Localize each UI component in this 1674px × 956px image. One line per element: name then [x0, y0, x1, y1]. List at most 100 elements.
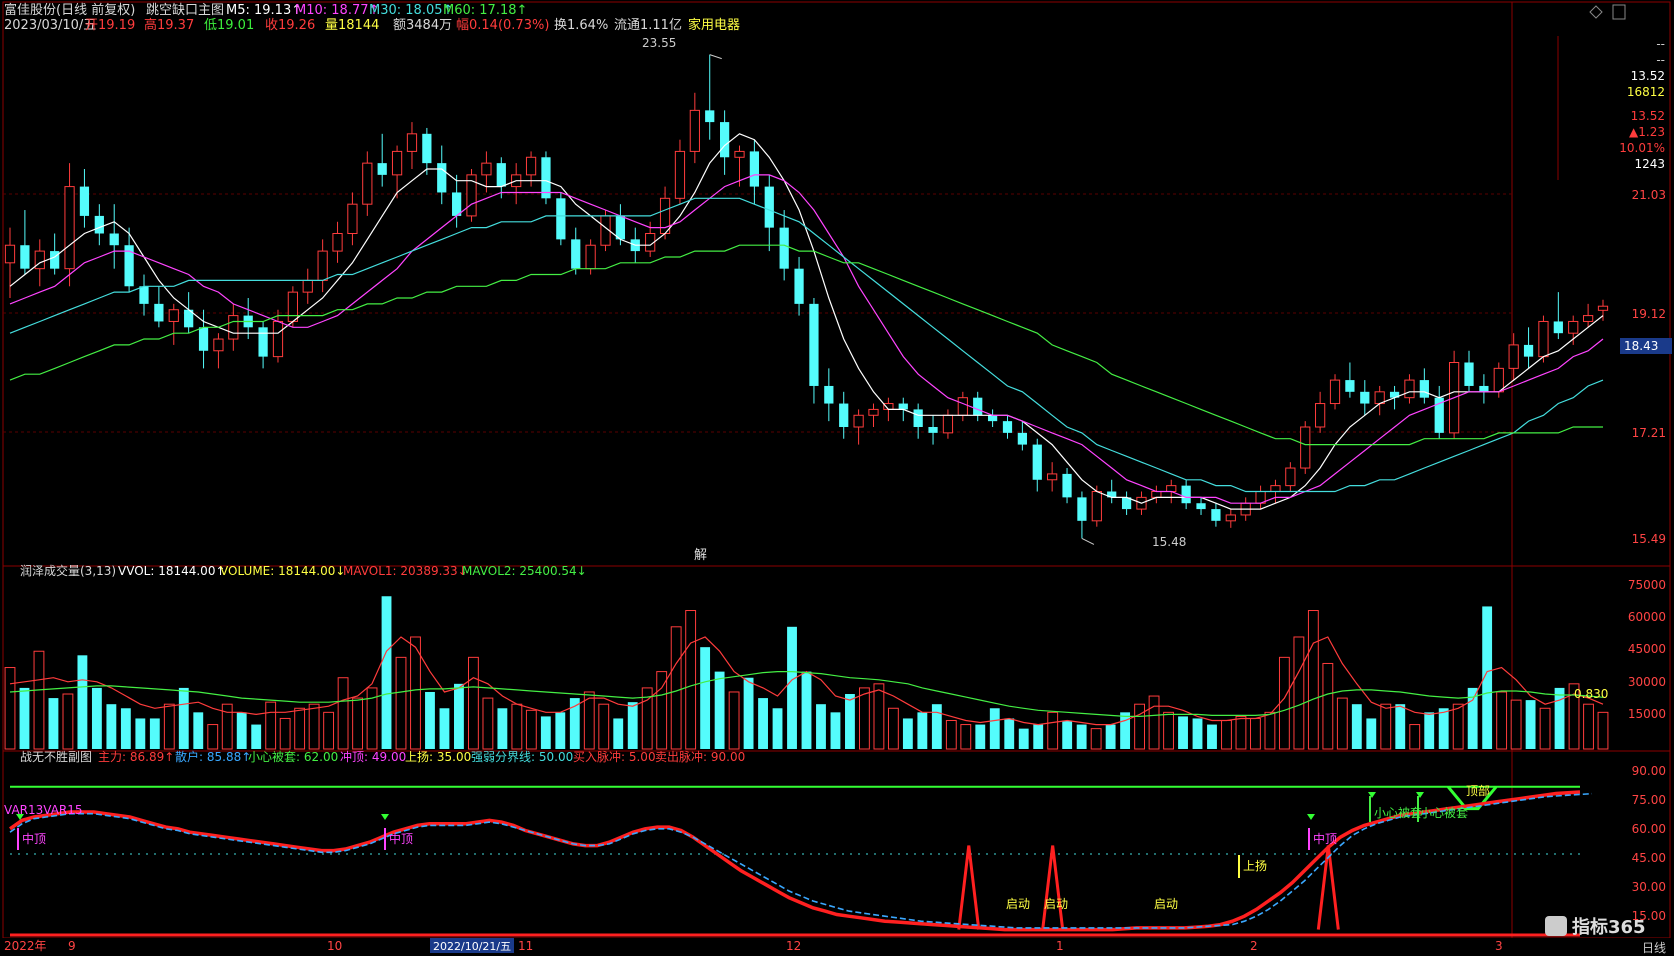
candle-body — [139, 286, 149, 304]
candle-body — [406, 133, 418, 152]
volume-bar — [758, 698, 768, 749]
volume-bar — [931, 704, 942, 749]
volume-bar — [163, 703, 175, 750]
volume-bar — [873, 683, 885, 750]
price-axis-label: 19.12 — [1632, 307, 1666, 321]
candle-body — [720, 122, 730, 158]
price-axis-label: 21.03 — [1632, 188, 1666, 202]
time-axis-label: 11 — [518, 939, 533, 953]
volume-bar — [598, 703, 610, 750]
volume-bar — [1395, 704, 1406, 749]
candle-body — [1582, 315, 1594, 322]
volume-bar — [33, 650, 45, 750]
osc-overlay-label: VAR13VAR15 — [4, 803, 83, 817]
candle-body — [452, 192, 462, 216]
quote-amount: 额3484万 — [393, 18, 452, 33]
volume-bar — [294, 707, 306, 750]
candle-body — [1017, 432, 1027, 445]
time-axis-label: 10 — [327, 939, 342, 953]
volume-bar — [902, 718, 913, 749]
volume-bar — [352, 697, 363, 750]
candle-body — [868, 408, 879, 416]
volume-bar — [467, 656, 479, 750]
candle-body — [1047, 473, 1058, 481]
candle-body — [1196, 503, 1206, 510]
volume-bar — [1597, 711, 1609, 750]
volume-bar — [887, 707, 899, 750]
volume-bar — [1090, 728, 1102, 750]
volume-bar — [1336, 697, 1348, 750]
volume-bar — [1452, 703, 1464, 750]
volume-bar — [1380, 703, 1392, 750]
candle-body — [258, 327, 268, 357]
candle-body — [749, 151, 760, 187]
volume-bar — [540, 716, 551, 749]
retail-value: 散户: 85.88↑ — [175, 749, 251, 764]
signal-rise-label: 上扬 — [1243, 858, 1267, 873]
candle-body — [317, 250, 328, 281]
volume-bar — [1583, 703, 1594, 750]
candle-body — [213, 338, 224, 352]
stat-value: 1243 — [1634, 157, 1665, 171]
low-price-annotation: 15.48 — [1152, 535, 1186, 549]
volume-bar — [251, 724, 262, 749]
candle-body — [705, 110, 715, 123]
high-price-annotation: 23.55 — [642, 36, 676, 50]
candle-body — [377, 163, 387, 175]
volume-bar — [714, 671, 725, 749]
volume-indicator-name: 润泽成交量(3,13) — [20, 563, 116, 578]
buy-pulse-value: 买入脉冲: 5.00 — [573, 749, 656, 764]
period-label[interactable]: 日线 — [1642, 941, 1666, 955]
quote-close: 收19.26 — [265, 18, 315, 33]
candle-body — [1538, 320, 1549, 358]
unlock-marker: 解 — [694, 548, 707, 563]
volume-bar — [106, 704, 117, 749]
volume-bar — [48, 698, 59, 749]
volume-bar — [425, 691, 435, 749]
candle-body — [1077, 497, 1087, 521]
candle-body — [525, 156, 537, 176]
osc-axis-label: 75.00 — [1632, 793, 1666, 807]
volume-axis-label: 75000 — [1628, 578, 1666, 592]
candle-body — [1360, 391, 1370, 404]
rise-value: 上扬: 35.00 — [405, 749, 471, 764]
volume-bar — [19, 687, 30, 749]
candle-body — [1464, 362, 1474, 386]
volume-bar — [323, 711, 335, 750]
volume-bar — [308, 703, 320, 750]
price-axis-label: 15.49 — [1632, 532, 1666, 546]
stat-value: 13.52 — [1631, 69, 1665, 83]
indicator-name: 跳空缺口主图 — [146, 3, 224, 18]
osc-indicator-name: 战无不胜副图 — [20, 749, 92, 764]
volume-bar — [1062, 720, 1073, 749]
candle-body — [957, 397, 968, 416]
volume-bar — [1351, 704, 1362, 749]
volume-bar — [1366, 718, 1377, 749]
volume-bar — [1148, 695, 1160, 750]
volume-bar — [772, 708, 783, 749]
candle-body — [942, 414, 954, 434]
signal-peak-label: 顶部 — [1466, 783, 1490, 798]
signal-top-label: 中顶 — [22, 831, 46, 846]
candle-body — [1329, 379, 1341, 405]
volume-bar — [859, 687, 870, 750]
volume-bar — [149, 718, 160, 749]
candle-body — [272, 320, 284, 358]
watermark-text: 指标365 — [1572, 916, 1646, 938]
chart-canvas: 富佳股份(日线 前复权) 跳空缺口主图 M5: 19.13↑ M10: 18.7… — [0, 0, 1674, 956]
volume-bar — [77, 655, 88, 749]
candle-body — [571, 239, 581, 269]
volume-bar — [1033, 724, 1044, 749]
ma5-value: M5: 19.13↑ — [226, 3, 302, 18]
volume-bar — [1207, 724, 1217, 749]
stat-value: -- — [1656, 37, 1665, 51]
volume-bar — [1264, 711, 1276, 750]
volume-bar — [1163, 711, 1174, 750]
candle-body — [898, 403, 908, 410]
candle-body — [1479, 385, 1489, 392]
candle-body — [928, 427, 938, 433]
osc-axis-label: 30.00 — [1632, 880, 1666, 894]
candle-body — [332, 233, 343, 252]
volume-bar — [1278, 656, 1290, 750]
volume-bar — [917, 712, 928, 749]
